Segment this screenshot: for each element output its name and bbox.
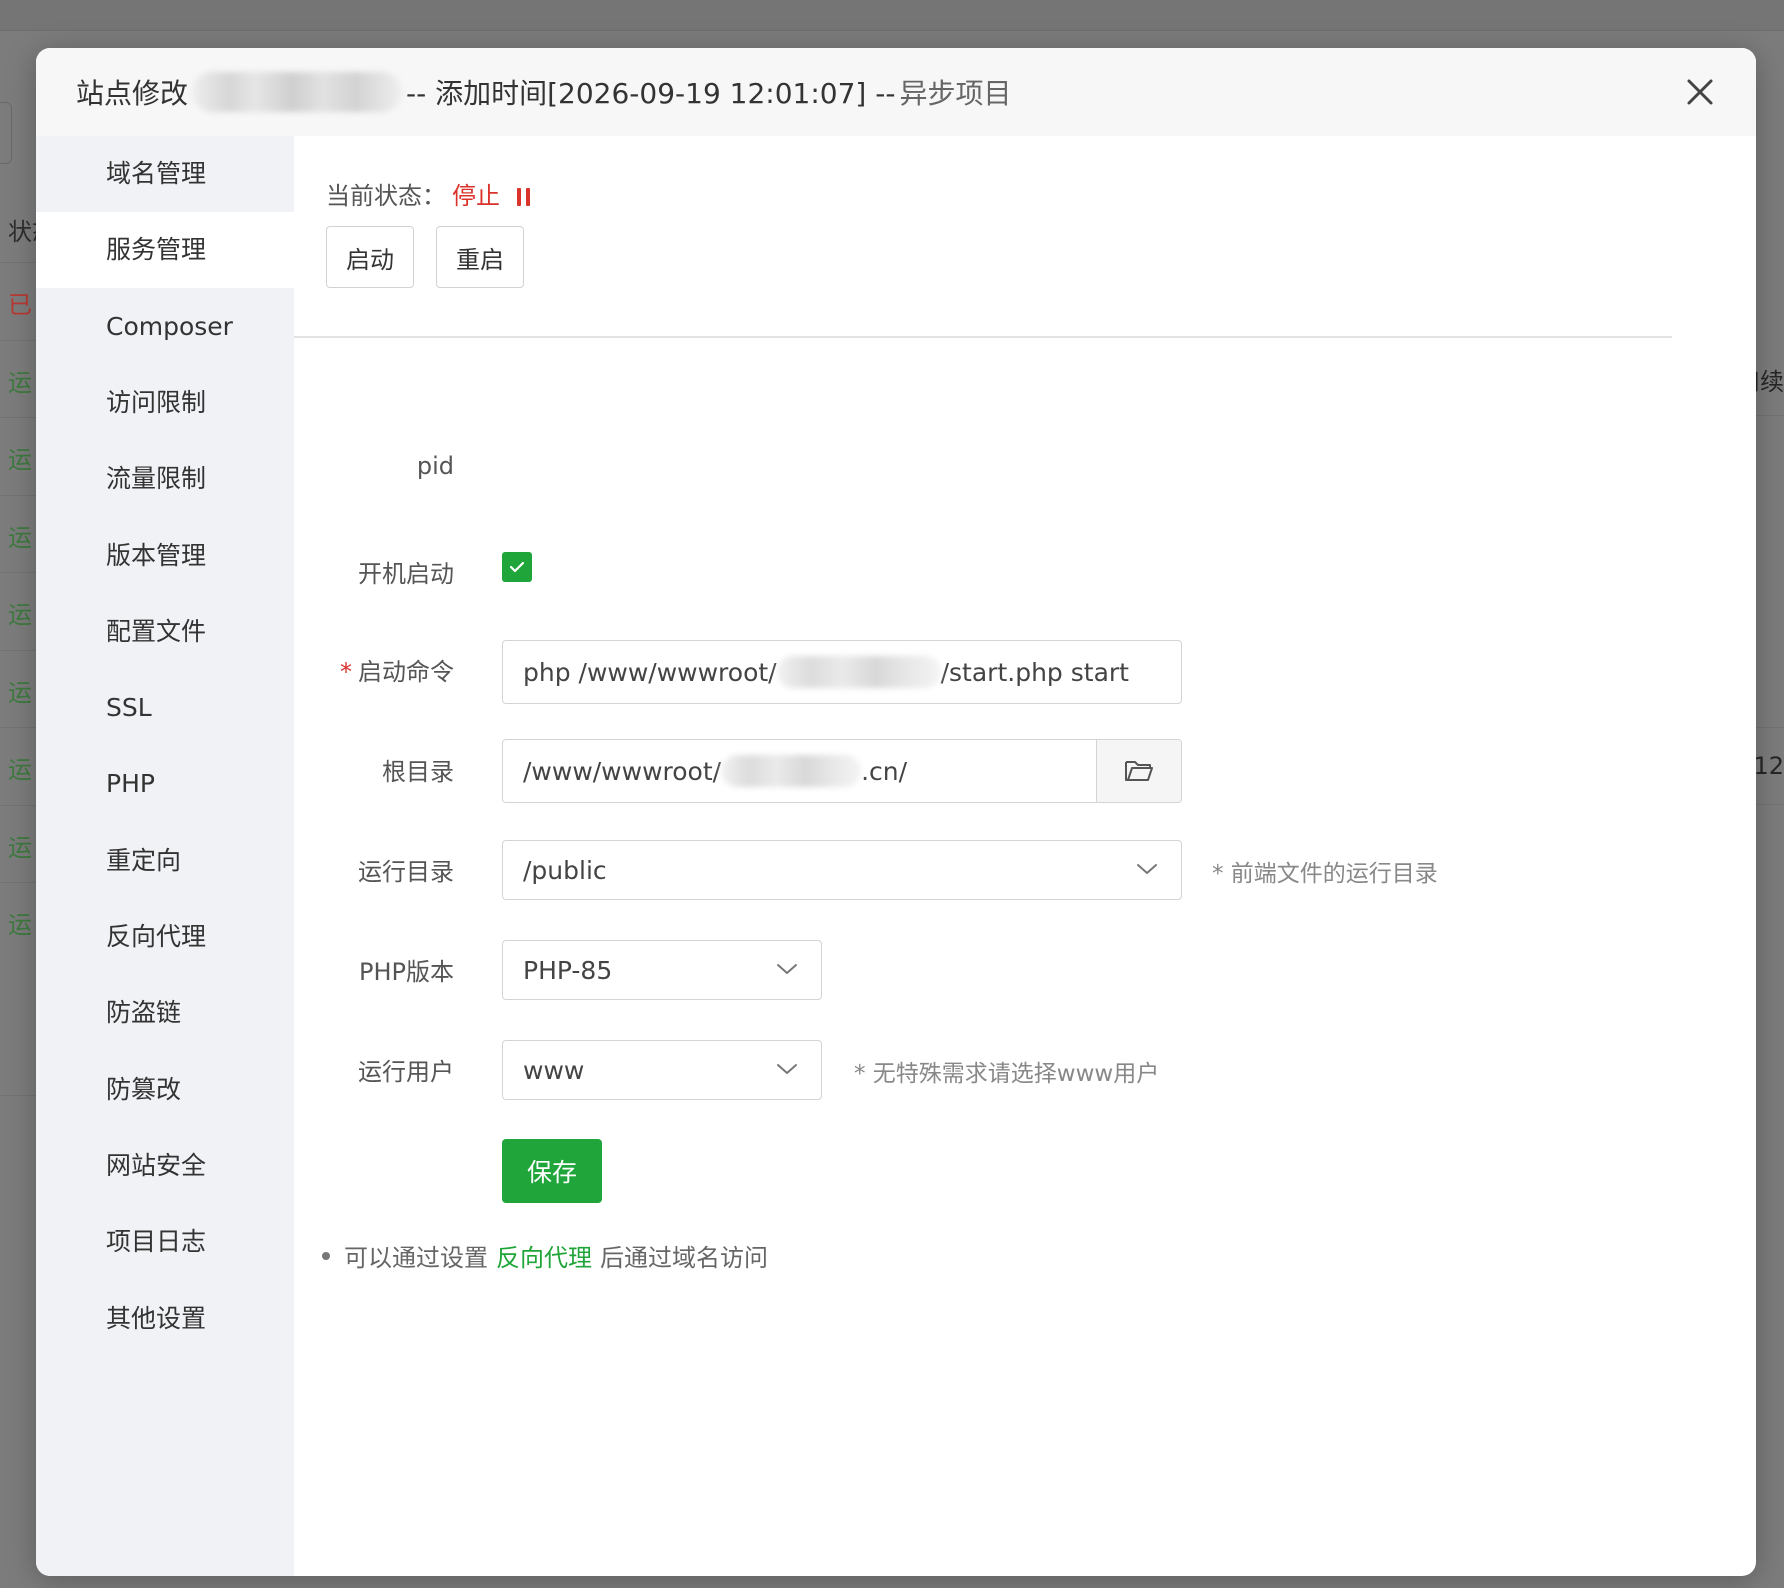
autostart-checkbox[interactable]	[502, 552, 532, 582]
save-button[interactable]: 保存	[502, 1139, 602, 1203]
rootdir-value-end: .cn/	[861, 756, 908, 786]
chevron-down-icon	[777, 1064, 797, 1074]
modal-title-prefix: 站点修改	[76, 77, 189, 110]
pause-icon	[516, 188, 530, 206]
rundir-selected-value: /public	[523, 855, 607, 885]
status-label: 当前状态：	[326, 182, 446, 210]
tip-bullet	[322, 1251, 330, 1260]
background-table-row: 运	[0, 494, 40, 573]
chevron-down-icon	[777, 964, 797, 974]
check-icon	[509, 561, 525, 573]
rundir-hint: * 前端文件的运行目录	[1212, 861, 1438, 887]
start-command-value: php /www/wwwroot/ /start.php start	[523, 641, 1129, 703]
folder-icon	[1125, 761, 1153, 781]
background-row-status: 运	[8, 368, 32, 397]
modal-header: 站点修改 -- 添加时间[2026-09-19 12:01:07] -- 异步项…	[36, 48, 1756, 136]
required-star: *	[340, 658, 352, 686]
background-right-number: 12	[1753, 752, 1784, 780]
service-management-panel: 当前状态： 停止 启动 重启 pid 开机启动 * 启动命令 php /www/ww…	[294, 136, 1756, 1576]
rootdir-label: 根目录	[382, 758, 454, 786]
modal-title-project-type: 异步项目	[899, 77, 1012, 110]
rundir-select[interactable]: /public	[502, 840, 1182, 900]
service-status: 当前状态： 停止	[326, 176, 532, 211]
sidebar-item[interactable]: 重定向	[36, 823, 294, 899]
background-table-row: 运	[0, 649, 40, 728]
browse-folder-button[interactable]	[1096, 740, 1181, 802]
sidebar-item[interactable]: 流量限制	[36, 441, 294, 517]
php-version-label: PHP版本	[359, 958, 454, 986]
sidebar-item[interactable]: 其他设置	[36, 1281, 294, 1357]
start-button[interactable]: 启动	[326, 226, 414, 288]
sidebar-item[interactable]: 服务管理	[36, 212, 294, 289]
redacted-path	[721, 755, 862, 787]
sidebar-item[interactable]: 反向代理	[36, 899, 294, 975]
tip-suffix: 后通过域名访问	[600, 1244, 768, 1272]
autostart-label: 开机启动	[358, 560, 454, 588]
rootdir-value-start: /www/wwwroot/	[523, 756, 722, 786]
background-row-status: 已	[8, 291, 32, 319]
php-version-selected-value: PHP-85	[523, 955, 613, 985]
sidebar-item[interactable]: 访问限制	[36, 365, 294, 441]
chevron-down-icon	[1137, 864, 1157, 874]
rundir-label: 运行目录	[358, 858, 454, 886]
site-edit-modal: 站点修改 -- 添加时间[2026-09-19 12:01:07] -- 异步项…	[36, 48, 1756, 1576]
background-table-row: 运	[0, 417, 40, 495]
reverse-proxy-link[interactable]: 反向代理	[496, 1238, 592, 1273]
start-command-input[interactable]: php /www/wwwroot/ /start.php start	[502, 640, 1182, 704]
background-row-status: 运	[8, 833, 32, 862]
background-search-box	[0, 102, 12, 164]
sidebar-item[interactable]: 防篡改	[36, 1052, 294, 1128]
background-row-status: 运	[8, 911, 32, 939]
background-table-row: 运	[0, 572, 40, 650]
background-row-status: 运	[8, 523, 32, 552]
command-label: * 启动命令	[294, 652, 454, 687]
sidebar-item[interactable]: 配置文件	[36, 594, 294, 670]
run-user-label: 运行用户	[358, 1058, 454, 1086]
sidebar-item[interactable]: 网站安全	[36, 1128, 294, 1204]
tip-prefix: 可以通过设置	[344, 1244, 488, 1272]
background-right-divider	[1754, 804, 1784, 805]
modal-title: 站点修改 -- 添加时间[2026-09-19 12:01:07] -- 异步项…	[76, 72, 1011, 112]
rootdir-value: /www/wwwroot/ .cn/	[523, 740, 907, 802]
background-right-divider	[1754, 727, 1784, 728]
run-user-hint: * 无特殊需求请选择www用户	[854, 1061, 1160, 1087]
sidebar-item[interactable]: SSL	[36, 670, 294, 746]
start-command-value-start: php /www/wwwroot/	[523, 657, 777, 687]
background-right-divider	[1754, 415, 1784, 416]
background-table-row: 运	[0, 727, 40, 805]
section-divider	[294, 336, 1672, 338]
background-table-bottom	[0, 1095, 40, 1096]
close-button[interactable]	[1680, 72, 1720, 112]
background-table-row: 运	[0, 882, 40, 960]
start-command-value-end: /start.php start	[940, 657, 1129, 687]
tip-text: 可以通过设置 反向代理 后通过域名访问	[322, 1238, 768, 1273]
pid-label: pid	[416, 452, 454, 480]
sidebar-item[interactable]: 版本管理	[36, 518, 294, 594]
redacted-path	[776, 656, 941, 688]
background-table-row: 运	[0, 804, 40, 883]
sidebar-item[interactable]: Composer	[36, 289, 294, 365]
background-table-row: 运	[0, 339, 40, 418]
restart-button[interactable]: 重启	[436, 226, 524, 288]
sidebar-item[interactable]: 防盗链	[36, 975, 294, 1051]
redacted-site-name	[192, 72, 403, 112]
modal-title-added-time: -- 添加时间[2026-09-19 12:01:07] --	[406, 77, 896, 110]
run-user-selected-value: www	[523, 1055, 585, 1085]
background-row-status: 运	[8, 601, 32, 629]
rootdir-input[interactable]: /www/wwwroot/ .cn/	[502, 739, 1182, 803]
php-version-select[interactable]: PHP-85	[502, 940, 822, 1000]
settings-sidebar: 域名管理 服务管理 Composer 访问限制 流量限制 版本管理 配置文件 SSL PHP 重定…	[36, 136, 294, 1576]
sidebar-item[interactable]: 域名管理	[36, 136, 294, 212]
command-label-text: 启动命令	[358, 658, 454, 686]
run-user-select[interactable]: www	[502, 1040, 822, 1100]
background-row-status: 运	[8, 678, 32, 707]
background-table-row: 已	[0, 262, 40, 340]
sidebar-item[interactable]: PHP	[36, 746, 294, 822]
sidebar-item[interactable]: 项目日志	[36, 1204, 294, 1280]
background-row-status: 运	[8, 446, 32, 474]
background-row-status: 运	[8, 756, 32, 784]
close-icon	[1687, 79, 1713, 105]
background-topbar	[0, 0, 1784, 31]
status-value: 停止	[452, 182, 500, 210]
